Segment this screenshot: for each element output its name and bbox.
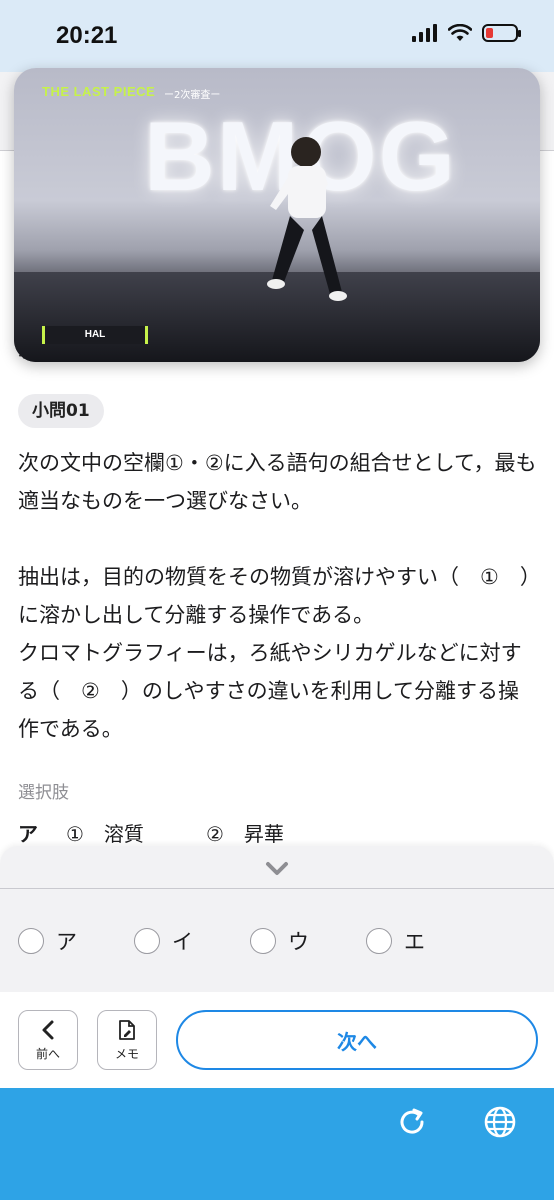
globe-icon[interactable] [482,1104,518,1140]
option-e[interactable]: エ [366,926,425,956]
option-i-label: イ [172,930,193,954]
pip-video[interactable]: THE LAST PIECE ー2次審査ー BMOG HAL [14,68,540,362]
prev-button[interactable]: 前へ [18,1010,78,1070]
status-bar: 20:21 [0,0,554,72]
option-a[interactable]: ア [18,926,77,956]
chevron-down-icon[interactable] [262,856,292,880]
battery-low-icon [482,24,521,42]
reload-icon[interactable] [394,1104,430,1140]
show-subtitle: ー2次審査ー [164,90,221,101]
radio-a[interactable] [18,928,44,954]
option-a-label: ア [56,930,77,954]
browser-toolbar [0,1088,554,1200]
next-button[interactable]: 次へ [176,1010,538,1070]
radio-i[interactable] [134,928,160,954]
status-time: 20:21 [56,22,118,49]
radio-e[interactable] [366,928,392,954]
status-icons [412,24,521,42]
radio-u[interactable] [250,928,276,954]
choices-label: 選択肢 [18,783,69,803]
memo-icon [119,1019,135,1040]
panel-divider [0,888,554,889]
memo-button[interactable]: メモ [97,1010,157,1070]
question-nav: 前へ メモ 次へ [0,992,554,1088]
choice-blank-2: ② 昇華 [206,822,284,846]
performer-name-tag: HAL [42,326,148,344]
memo-button-label: メモ [114,1046,139,1061]
chevron-left-icon [42,1020,54,1039]
choice-row: ア ① 溶質 ② 昇華 [18,818,284,847]
signal-icon [412,24,437,42]
option-e-label: エ [404,930,425,954]
option-u-label: ウ [288,930,309,954]
option-u[interactable]: ウ [250,926,309,956]
question-text: 次の文中の空欄①・②に入る語句の組合せとして，最も適当なものを一つ選びなさい。 … [18,451,537,741]
show-logo: THE LAST PIECE [42,84,156,99]
choice-blank-1: ① 溶質 [66,822,144,846]
dancer-figure [267,137,347,301]
choice-key: ア [18,822,38,846]
wifi-icon [448,24,472,41]
option-i[interactable]: イ [134,926,193,956]
question-number-badge: 小問01 [18,394,104,428]
answer-panel: ア イ ウ エ [0,846,554,992]
prev-button-label: 前へ [35,1046,60,1061]
